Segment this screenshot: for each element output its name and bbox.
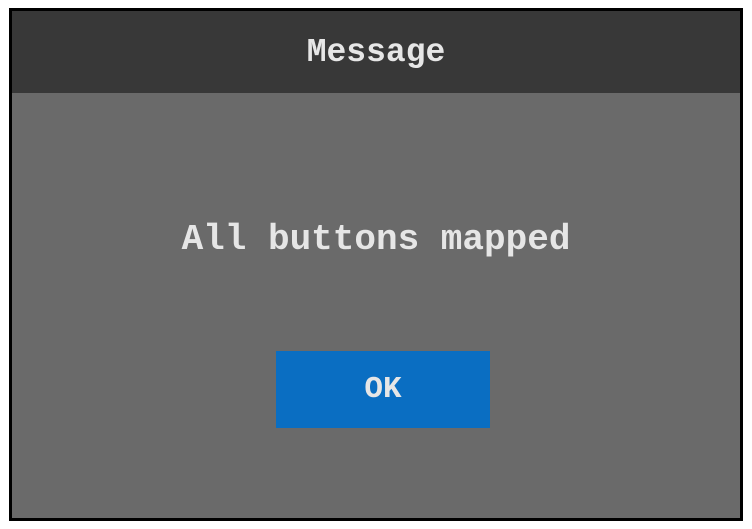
dialog-titlebar: Message bbox=[12, 11, 740, 93]
ok-button[interactable]: OK bbox=[276, 351, 490, 428]
message-dialog: Message All buttons mapped OK bbox=[9, 8, 743, 521]
ok-button-label: OK bbox=[364, 372, 402, 407]
dialog-title: Message bbox=[306, 33, 446, 71]
dialog-message: All buttons mapped bbox=[181, 219, 571, 260]
